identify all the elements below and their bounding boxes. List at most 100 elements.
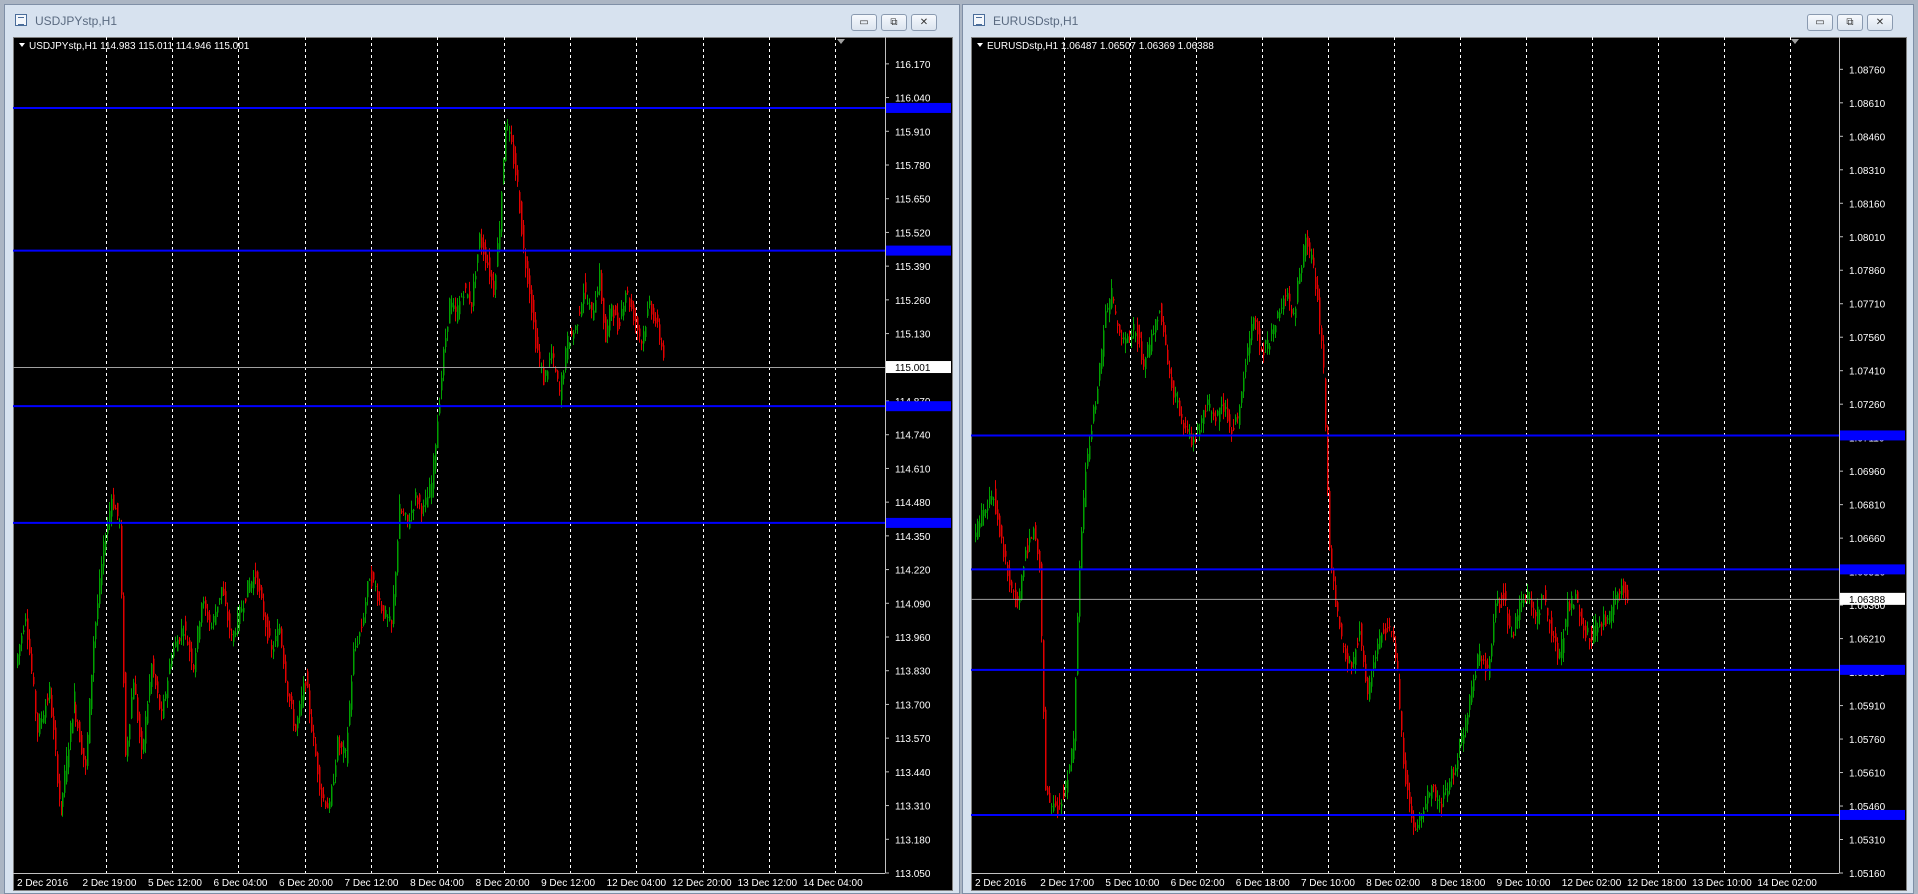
window-title: USDJPYstp,H1 xyxy=(35,14,118,28)
candle-body xyxy=(1601,623,1603,627)
close-button[interactable]: ✕ xyxy=(1867,14,1893,31)
candle-body xyxy=(1155,319,1157,333)
price-tick-label: 115.780 xyxy=(895,161,931,172)
candle-body xyxy=(1579,611,1581,617)
candle-body xyxy=(1513,634,1515,636)
candle-body xyxy=(503,158,505,184)
window-titlebar[interactable]: USDJPYstp,H1 ▭ ⧉ ✕ xyxy=(5,5,959,37)
candle-body xyxy=(1141,341,1143,360)
eurusd-chart-svg[interactable]: 2 Dec 2016 2 Dec 17:00 5 Dec 10:00 6 Dec 02… xyxy=(971,37,1907,891)
candle-body xyxy=(501,192,503,232)
price-chart[interactable]: 2 Dec 2016 2 Dec 19:00 5 Dec 12:00 6 Dec 04… xyxy=(13,37,953,891)
candle-body xyxy=(1227,408,1229,422)
candle-body xyxy=(601,273,603,301)
chart-window-eurusd[interactable]: EURUSDstp,H1 ▭ ⧉ ✕ 2 Dec 2016 2 Dec 17:00… xyxy=(962,4,1914,894)
candle-body xyxy=(647,309,649,316)
time-tick-label: 8 Dec 20:00 xyxy=(476,878,530,889)
candle-body xyxy=(1563,638,1565,653)
candle-body xyxy=(477,254,479,263)
candle-body xyxy=(653,307,655,321)
candle-body xyxy=(1533,608,1535,610)
candle-body xyxy=(1375,657,1377,659)
candle-body xyxy=(379,598,381,601)
usdjpy-chart-svg[interactable]: 2 Dec 2016 2 Dec 19:00 5 Dec 12:00 6 Dec 04… xyxy=(13,37,953,891)
candle-body xyxy=(1535,612,1537,617)
candle-body xyxy=(1149,344,1151,357)
close-button[interactable]: ✕ xyxy=(911,14,937,31)
window-titlebar[interactable]: EURUSDstp,H1 ▭ ⧉ ✕ xyxy=(963,5,1913,37)
candle-body xyxy=(1003,544,1005,558)
candle-body xyxy=(161,708,163,712)
candle-body xyxy=(1273,325,1275,335)
candle-body xyxy=(183,634,185,636)
candle-body xyxy=(419,494,421,502)
time-tick-label: 5 Dec 10:00 xyxy=(1105,878,1159,889)
candle-body xyxy=(609,308,611,331)
candle-body xyxy=(289,694,291,702)
candle-body xyxy=(1557,642,1559,659)
candle-body xyxy=(441,377,443,391)
candle-body xyxy=(1187,429,1189,432)
candle-body xyxy=(1053,803,1055,811)
candle-body xyxy=(365,602,367,614)
candle-body xyxy=(1447,790,1449,797)
candle-body xyxy=(325,801,327,808)
candle-body xyxy=(1209,403,1211,408)
level-price-tag xyxy=(886,401,951,412)
price-chart[interactable]: 2 Dec 2016 2 Dec 17:00 5 Dec 10:00 6 Dec 02… xyxy=(971,37,1907,891)
time-tick-label: 7 Dec 12:00 xyxy=(345,878,399,889)
candle-body xyxy=(467,294,469,298)
candle-body xyxy=(83,747,85,760)
candle-body xyxy=(1569,603,1571,610)
candle-body xyxy=(103,541,105,567)
candle-body xyxy=(1431,786,1433,799)
candle-body xyxy=(1093,406,1095,422)
minimize-button[interactable]: ▭ xyxy=(851,14,877,31)
candle-body xyxy=(475,275,477,280)
candle-body xyxy=(285,661,287,682)
candle-body xyxy=(427,496,429,508)
chart-shift-marker-icon xyxy=(837,39,845,44)
candle-body xyxy=(295,724,297,731)
chart-window-usdjpy[interactable]: USDJPYstp,H1 ▭ ⧉ ✕ 2 Dec 2016 2 Dec 19:00… xyxy=(4,4,960,894)
candle-body xyxy=(49,686,51,699)
candle-body xyxy=(253,577,255,589)
candle-body xyxy=(421,505,423,514)
candle-body xyxy=(623,305,625,316)
restore-button[interactable]: ⧉ xyxy=(1837,14,1863,31)
minimize-button[interactable]: ▭ xyxy=(1807,14,1833,31)
time-tick-label: 13 Dec 12:00 xyxy=(738,878,798,889)
chart-menu-arrow-icon[interactable] xyxy=(19,43,25,47)
candle-body xyxy=(1307,236,1309,247)
candle-body xyxy=(329,801,331,809)
candle-body xyxy=(543,366,545,386)
candle-body xyxy=(1393,631,1395,639)
time-tick-label: 12 Dec 18:00 xyxy=(1627,878,1687,889)
candle-body xyxy=(1303,245,1305,268)
restore-button[interactable]: ⧉ xyxy=(881,14,907,31)
candle-body xyxy=(313,732,315,739)
level-price-tag xyxy=(1840,430,1905,441)
candle-body xyxy=(257,571,259,592)
candle-body xyxy=(241,608,243,612)
candle-body xyxy=(1009,568,1011,586)
candle-body xyxy=(1113,298,1115,301)
candle-body xyxy=(1201,418,1203,424)
price-tick-label: 114.350 xyxy=(895,532,931,543)
candle-body xyxy=(987,508,989,511)
candle-body xyxy=(1407,774,1409,791)
candle-body xyxy=(1335,585,1337,607)
candle-body xyxy=(511,135,513,142)
candle-body xyxy=(105,542,107,550)
candle-body xyxy=(129,724,131,740)
candles-group xyxy=(17,119,665,817)
candle-body xyxy=(451,302,453,308)
candle-body xyxy=(1391,631,1393,633)
candle-body xyxy=(1021,575,1023,601)
level-price-tag xyxy=(1840,564,1905,575)
candle-body xyxy=(37,713,39,733)
candle-body xyxy=(1087,453,1089,467)
price-tick-label: 114.220 xyxy=(895,566,931,577)
candle-body xyxy=(471,302,473,307)
chart-menu-arrow-icon[interactable] xyxy=(977,43,983,47)
